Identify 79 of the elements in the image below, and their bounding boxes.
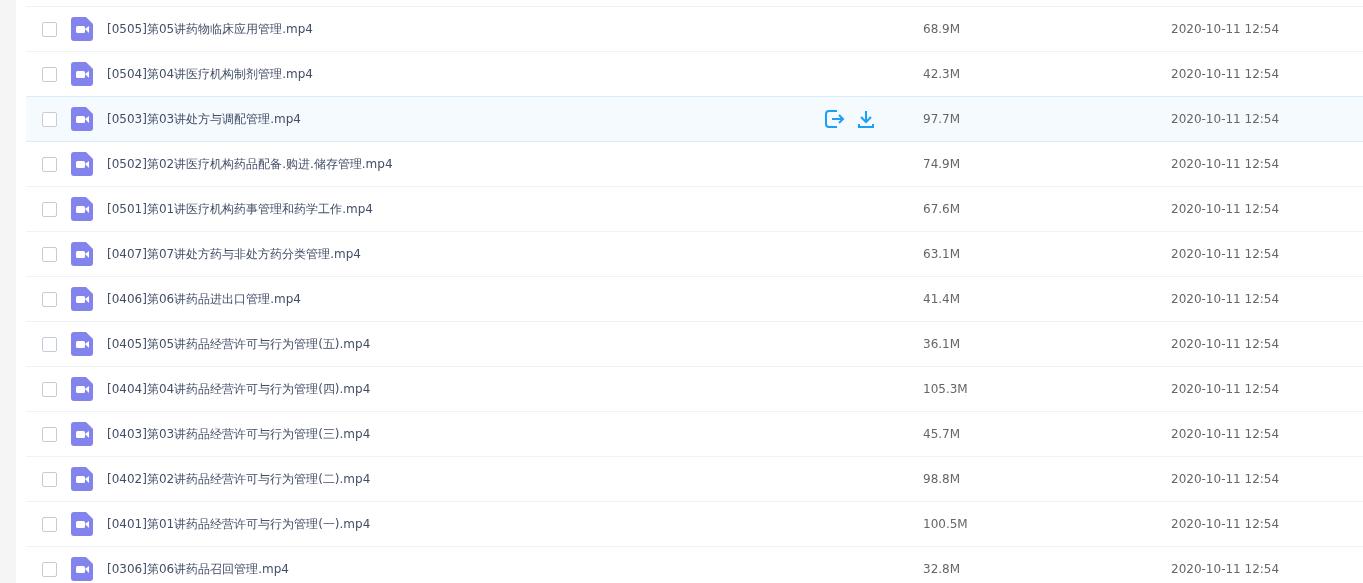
file-name[interactable]: [0404]第04讲药品经营许可与行为管理(四).mp4 — [107, 380, 847, 398]
checkbox[interactable] — [42, 381, 57, 397]
checkbox[interactable] — [42, 291, 57, 307]
file-name[interactable]: [0401]第01讲药品经营许可与行为管理(一).mp4 — [107, 515, 847, 533]
file-name[interactable]: [0403]第03讲药品经营许可与行为管理(三).mp4 — [107, 425, 847, 443]
file-name[interactable]: [0505]第05讲药物临床应用管理.mp4 — [107, 20, 847, 38]
file-size: 32.8M — [923, 562, 962, 576]
file-row[interactable]: [0405]第05讲药品经营许可与行为管理(五).mp4 36.1M 2020-10-11 12:54 — [26, 321, 1363, 367]
video-file-icon — [71, 557, 93, 581]
modified-date: 2020-10-11 12:54 — [1171, 112, 1280, 126]
file-row[interactable]: [0401]第01讲药品经营许可与行为管理(一).mp4 100.5M 2020-10-11 12:54 — [26, 501, 1363, 547]
file-size: 41.4M — [923, 292, 962, 306]
checkbox[interactable] — [42, 561, 57, 577]
modified-date: 2020-10-11 12:54 — [1171, 562, 1280, 576]
modified-date: 2020-10-11 12:54 — [1171, 292, 1280, 306]
video-file-icon — [71, 512, 93, 536]
checkbox[interactable] — [42, 21, 57, 37]
modified-date: 2020-10-11 12:54 — [1171, 517, 1280, 531]
video-file-icon — [71, 332, 93, 356]
video-file-icon — [71, 107, 93, 131]
modified-date: 2020-10-11 12:54 — [1171, 202, 1280, 216]
file-size: 100.5M — [923, 517, 969, 531]
file-size: 97.7M — [923, 112, 962, 126]
video-file-icon — [71, 377, 93, 401]
file-size: 68.9M — [923, 22, 962, 36]
modified-date: 2020-10-11 12:54 — [1171, 157, 1280, 171]
checkbox[interactable] — [42, 156, 57, 172]
file-size: 63.1M — [923, 247, 962, 261]
file-name[interactable]: [0402]第02讲药品经营许可与行为管理(二).mp4 — [107, 470, 847, 488]
modified-date: 2020-10-11 12:54 — [1171, 247, 1280, 261]
file-name[interactable]: [0306]第06讲药品召回管理.mp4 — [107, 560, 847, 578]
video-file-icon — [71, 242, 93, 266]
modified-date: 2020-10-11 12:54 — [1171, 67, 1280, 81]
file-row[interactable]: [0503]第03讲处方与调配管理.mp4 97.7M 2020-10-11 12:54 — [26, 96, 1363, 142]
video-file-icon — [71, 287, 93, 311]
video-file-icon — [71, 152, 93, 176]
file-row[interactable]: [0505]第05讲药物临床应用管理.mp4 68.9M 2020-10-11 12:54 — [26, 6, 1363, 52]
modified-date: 2020-10-11 12:54 — [1171, 22, 1280, 36]
file-row[interactable]: [0407]第07讲处方药与非处方药分类管理.mp4 63.1M 2020-10-11 12:54 — [26, 231, 1363, 277]
modified-date: 2020-10-11 12:54 — [1171, 427, 1280, 441]
file-row[interactable]: [0404]第04讲药品经营许可与行为管理(四).mp4 105.3M 2020-10-11 12:54 — [26, 366, 1363, 412]
file-size: 105.3M — [923, 382, 969, 396]
modified-date: 2020-10-11 12:54 — [1171, 382, 1280, 396]
file-row[interactable]: [0502]第02讲医疗机构药品配备.购进.储存管理.mp4 74.9M 2020-10-11 12:54 — [26, 141, 1363, 187]
checkbox[interactable] — [42, 246, 57, 262]
file-row[interactable]: [0306]第06讲药品召回管理.mp4 32.8M 2020-10-11 12:54 — [26, 546, 1363, 583]
checkbox[interactable] — [42, 516, 57, 532]
file-row[interactable]: [0403]第03讲药品经营许可与行为管理(三).mp4 45.7M 2020-10-11 12:54 — [26, 411, 1363, 457]
file-size: 74.9M — [923, 157, 962, 171]
checkbox[interactable] — [42, 426, 57, 442]
video-file-icon — [71, 62, 93, 86]
file-size: 45.7M — [923, 427, 962, 441]
file-name[interactable]: [0406]第06讲药品进出口管理.mp4 — [107, 290, 847, 308]
file-size: 42.3M — [923, 67, 962, 81]
file-name[interactable]: [0504]第04讲医疗机构制剂管理.mp4 — [107, 65, 847, 83]
checkbox[interactable] — [42, 471, 57, 487]
checkbox[interactable] — [42, 201, 57, 217]
file-name[interactable]: [0501]第01讲医疗机构药事管理和药学工作.mp4 — [107, 200, 847, 218]
video-file-icon — [71, 422, 93, 446]
file-row[interactable]: [0501]第01讲医疗机构药事管理和药学工作.mp4 67.6M 2020-10-11 12:54 — [26, 186, 1363, 232]
download-icon[interactable] — [857, 110, 875, 128]
modified-date: 2020-10-11 12:54 — [1171, 337, 1280, 351]
file-name[interactable]: [0503]第03讲处方与调配管理.mp4 — [107, 110, 847, 128]
file-size: 98.8M — [923, 472, 962, 486]
modified-date: 2020-10-11 12:54 — [1171, 472, 1280, 486]
file-row[interactable]: [0406]第06讲药品进出口管理.mp4 41.4M 2020-10-11 12:54 — [26, 276, 1363, 322]
file-size: 67.6M — [923, 202, 962, 216]
checkbox[interactable] — [42, 111, 57, 127]
video-file-icon — [71, 17, 93, 41]
file-size: 36.1M — [923, 337, 962, 351]
move-icon[interactable] — [825, 110, 845, 128]
file-name[interactable]: [0407]第07讲处方药与非处方药分类管理.mp4 — [107, 245, 847, 263]
file-name[interactable]: [0405]第05讲药品经营许可与行为管理(五).mp4 — [107, 335, 847, 353]
video-file-icon — [71, 197, 93, 221]
checkbox[interactable] — [42, 66, 57, 82]
video-file-icon — [71, 467, 93, 491]
file-row[interactable]: [0402]第02讲药品经营许可与行为管理(二).mp4 98.8M 2020-10-11 12:54 — [26, 456, 1363, 502]
checkbox[interactable] — [42, 336, 57, 352]
file-name[interactable]: [0502]第02讲医疗机构药品配备.购进.储存管理.mp4 — [107, 155, 847, 173]
